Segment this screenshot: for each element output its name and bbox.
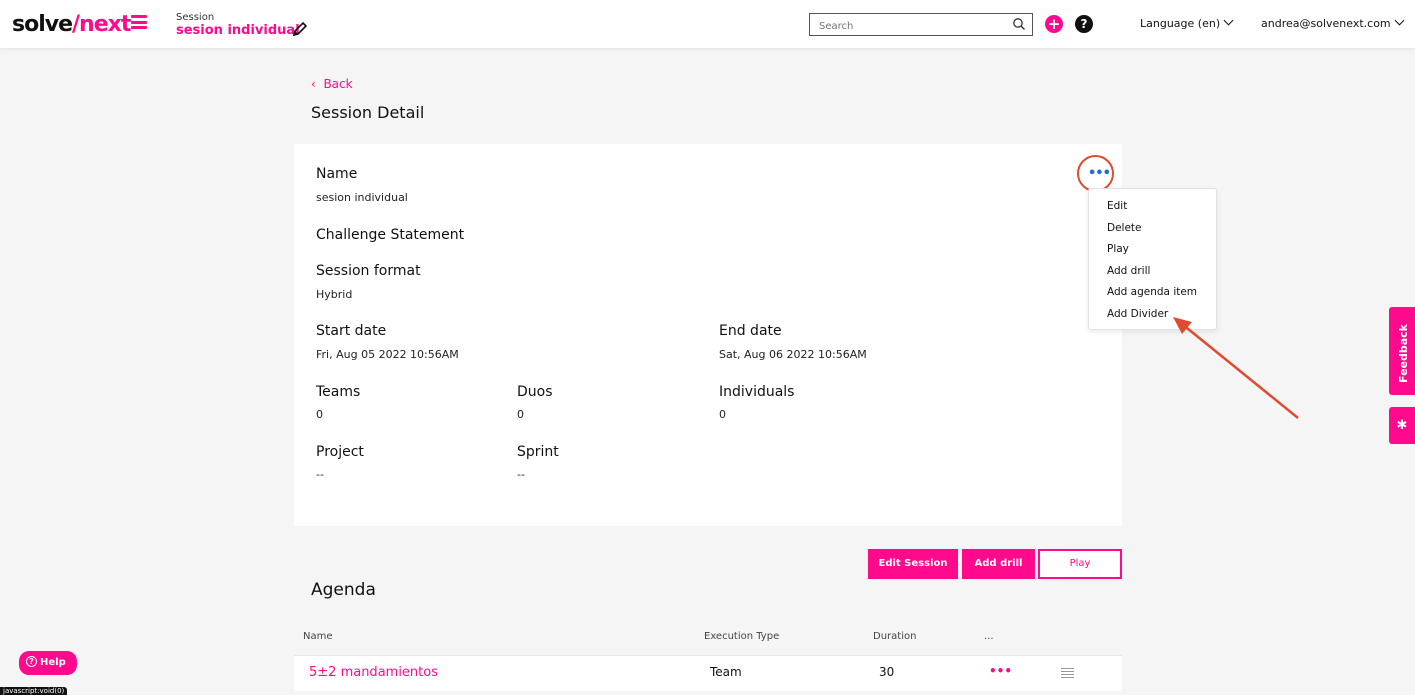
plus-circle-icon[interactable]: + (1045, 15, 1063, 33)
agenda-title: Agenda (311, 580, 376, 600)
menu-item-add-agenda-item[interactable]: Add agenda item (1089, 283, 1216, 305)
duos-value: 0 (517, 408, 524, 421)
project-label: Project (316, 444, 364, 460)
end-date-label: End date (719, 323, 782, 339)
sprint-value: -- (517, 468, 525, 481)
column-header-duration: Duration (873, 631, 917, 642)
end-date-value: Sat, Aug 06 2022 10:56AM (719, 348, 867, 361)
logo-text-solve: solve (12, 12, 73, 37)
column-header-execution-type: Execution Type (704, 631, 780, 642)
bug-icon[interactable]: ✱ (1389, 407, 1415, 444)
user-menu[interactable]: andrea@solvenext.com (1261, 15, 1405, 30)
individuals-value: 0 (719, 408, 726, 421)
teams-label: Teams (316, 384, 361, 400)
back-label: Back (323, 77, 353, 91)
name-label: Name (316, 166, 358, 182)
name-value: sesion individual (316, 191, 408, 204)
back-link[interactable]: ‹ Back (311, 77, 353, 91)
more-actions-menu: Edit Delete Play Add drill Add agenda it… (1088, 188, 1217, 330)
language-label: Language (en) (1140, 17, 1221, 30)
search-input[interactable] (810, 16, 1000, 37)
help-button[interactable]: ? Help (19, 651, 77, 675)
drag-handle-icon[interactable] (1061, 668, 1074, 680)
menu-item-play[interactable]: Play (1089, 240, 1216, 262)
session-detail-card (294, 144, 1122, 526)
individuals-label: Individuals (719, 384, 795, 400)
session-format-value: Hybrid (316, 288, 353, 301)
session-label: Session (176, 12, 215, 23)
project-value: -- (316, 468, 324, 481)
column-header-actions: ... (984, 631, 994, 642)
help-label: Help (40, 657, 66, 668)
page-title: Session Detail (311, 103, 425, 122)
menu-item-delete[interactable]: Delete (1089, 219, 1216, 241)
session-name: sesion individual (176, 23, 300, 38)
search-box[interactable] (809, 13, 1033, 37)
search-icon[interactable] (1012, 17, 1026, 31)
language-selector[interactable]: Language (en) (1140, 15, 1234, 30)
question-icon: ? (26, 656, 37, 667)
status-bar: javascript:void(0) (0, 687, 68, 695)
user-email: andrea@solvenext.com (1261, 17, 1391, 30)
column-header-name: Name (303, 631, 333, 642)
logo[interactable]: solve/next (12, 12, 131, 37)
feedback-tab[interactable]: Feedback (1389, 307, 1415, 395)
agenda-item-execution-type: Team (710, 665, 742, 679)
duos-label: Duos (517, 384, 553, 400)
annotation-arrow (1173, 317, 1299, 419)
top-bar: solve/next Session sesion individual + ?… (0, 0, 1415, 48)
session-header: Session sesion individual (176, 12, 300, 38)
session-format-label: Session format (316, 263, 421, 279)
sprint-label: Sprint (517, 444, 559, 460)
edit-session-button[interactable]: Edit Session (868, 549, 958, 579)
menu-item-add-drill[interactable]: Add drill (1089, 262, 1216, 284)
hamburger-icon[interactable] (131, 15, 147, 29)
start-date-value: Fri, Aug 05 2022 10:56AM (316, 348, 459, 361)
row-more-icon[interactable]: ••• (989, 664, 1012, 678)
question-circle-icon[interactable]: ? (1075, 15, 1093, 33)
start-date-label: Start date (316, 323, 387, 339)
more-horizontal-icon[interactable]: ••• (1088, 166, 1111, 181)
play-button[interactable]: Play (1038, 549, 1122, 579)
agenda-item-name[interactable]: 5±2 mandamientos (309, 665, 438, 680)
pencil-icon[interactable] (292, 21, 308, 37)
agenda-item-duration: 30 (879, 665, 895, 679)
feedback-label: Feedback (1397, 324, 1410, 383)
chevron-down-icon (1223, 15, 1234, 26)
challenge-statement-label: Challenge Statement (316, 227, 465, 243)
logo-text-next: /next (72, 12, 131, 37)
add-drill-button[interactable]: Add drill (962, 549, 1035, 579)
chevron-down-icon (1394, 15, 1405, 26)
menu-item-edit[interactable]: Edit (1089, 197, 1216, 219)
teams-value: 0 (316, 408, 323, 421)
